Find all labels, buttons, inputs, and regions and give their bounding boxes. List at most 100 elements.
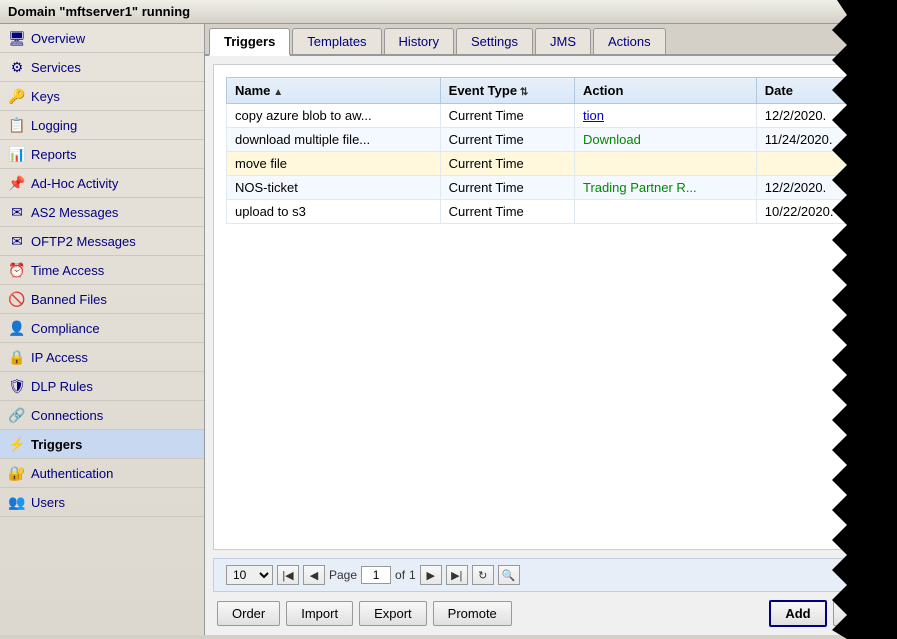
sidebar-item-keys[interactable]: 🔑 Keys	[0, 82, 204, 111]
sidebar-item-label-as2: AS2 Messages	[31, 205, 118, 220]
col-header-event_type[interactable]: Event Type ⇅	[440, 78, 574, 104]
last-page-button[interactable]: ▶|	[446, 565, 468, 585]
next-page-button[interactable]: ▶	[420, 565, 442, 585]
sidebar-item-oftp2[interactable]: ✉OFTP2 Messages	[0, 227, 204, 256]
sidebar-item-users[interactable]: 👥Users	[0, 488, 204, 517]
reports-icon: 📊	[8, 145, 26, 163]
row-event-2: Current Time	[440, 152, 574, 176]
services-icon: ⚙	[8, 58, 26, 76]
row-date-2	[756, 152, 875, 176]
action-bar: OrderImportExportPromote Add Edit	[205, 592, 897, 635]
per-page-select[interactable]: 102550100	[226, 565, 273, 585]
sidebar-item-label-authentication: Authentication	[31, 466, 113, 481]
row-name-0: copy azure blob to aw...	[227, 104, 441, 128]
sidebar-item-label-timeaccess: Time Access	[31, 263, 104, 278]
sidebar-item-logging[interactable]: 📋Logging	[0, 111, 204, 140]
users-icon: 👥	[8, 493, 26, 511]
sidebar-item-authentication[interactable]: 🔐 Authentication	[0, 459, 204, 488]
sidebar: 🖥 Overview ⚙ Services 🔑 Keys 📋Logging 📊 Reports 📌…	[0, 24, 205, 635]
sidebar-item-reports[interactable]: 📊 Reports	[0, 140, 204, 169]
add-button[interactable]: Add	[769, 600, 826, 627]
table-row[interactable]: NOS-ticketCurrent TimeTrading Partner R.…	[227, 176, 876, 200]
edit-button[interactable]: Edit	[833, 601, 885, 626]
triggers-icon: ⚡	[8, 435, 26, 453]
refresh-button[interactable]: ↻	[472, 565, 494, 585]
row-name-2: move file	[227, 152, 441, 176]
row-name-1: download multiple file...	[227, 128, 441, 152]
sidebar-item-connections[interactable]: 🔗Connections	[0, 401, 204, 430]
overview-icon: 🖥	[8, 29, 26, 47]
row-action-0: tion	[574, 104, 756, 128]
tabs-bar: TriggersTemplatesHistorySettingsJMSActio…	[205, 24, 897, 56]
tab-templates[interactable]: Templates	[292, 28, 381, 54]
row-date-1: 11/24/2020.	[756, 128, 875, 152]
import-button[interactable]: Import	[286, 601, 353, 626]
search-button[interactable]: 🔍	[498, 565, 520, 585]
sort-arrow: ▲	[270, 87, 283, 98]
table-row[interactable]: copy azure blob to aw...Current Timetion…	[227, 104, 876, 128]
col-header-date: Date	[756, 78, 875, 104]
pagination-bar: 102550100 |◀ ◀ Page of 1 ▶ ▶| ↻ 🔍	[213, 558, 889, 592]
sidebar-item-ipaccess[interactable]: 🔒IP Access	[0, 343, 204, 372]
promote-button[interactable]: Promote	[433, 601, 512, 626]
of-label: of	[395, 568, 405, 582]
sidebar-item-label-logging: Logging	[31, 118, 77, 133]
tab-triggers[interactable]: Triggers	[209, 28, 290, 56]
row-action-2	[574, 152, 756, 176]
sidebar-item-label-keys: Keys	[31, 89, 60, 104]
row-name-3: NOS-ticket	[227, 176, 441, 200]
authentication-icon: 🔐	[8, 464, 26, 482]
oftp2-icon: ✉	[8, 232, 26, 250]
row-event-0: Current Time	[440, 104, 574, 128]
row-action-4	[574, 200, 756, 224]
table-row[interactable]: download multiple file...Current TimeDow…	[227, 128, 876, 152]
sidebar-item-as2[interactable]: ✉ AS2 Messages	[0, 198, 204, 227]
triggers-table: Name ▲Event Type ⇅ActionDate copy azure …	[226, 77, 876, 224]
col-header-name[interactable]: Name ▲	[227, 78, 441, 104]
sidebar-item-dlp[interactable]: 🛡 DLP Rules	[0, 372, 204, 401]
first-page-button[interactable]: |◀	[277, 565, 299, 585]
content-area: TriggersTemplatesHistorySettingsJMSActio…	[205, 24, 897, 635]
row-date-4: 10/22/2020.	[756, 200, 875, 224]
sidebar-item-label-services: Services	[31, 60, 81, 75]
prev-page-button[interactable]: ◀	[303, 565, 325, 585]
sidebar-item-label-overview: Overview	[31, 31, 85, 46]
sidebar-item-label-compliance: Compliance	[31, 321, 100, 336]
row-event-1: Current Time	[440, 128, 574, 152]
tab-actions[interactable]: Actions	[593, 28, 666, 54]
table-container: Name ▲Event Type ⇅ActionDate copy azure …	[213, 64, 889, 550]
sidebar-item-banned[interactable]: 🚫Banned Files	[0, 285, 204, 314]
dlp-icon: 🛡	[8, 377, 26, 395]
connections-icon: 🔗	[8, 406, 26, 424]
page-label: Page	[329, 568, 357, 582]
table-row[interactable]: move fileCurrent Time	[227, 152, 876, 176]
row-event-3: Current Time	[440, 176, 574, 200]
table-row[interactable]: upload to s3Current Time10/22/2020.	[227, 200, 876, 224]
table-header: Name ▲Event Type ⇅ActionDate	[227, 78, 876, 104]
as2-icon: ✉	[8, 203, 26, 221]
timeaccess-icon: ⏰	[8, 261, 26, 279]
sidebar-item-overview[interactable]: 🖥 Overview	[0, 24, 204, 53]
keys-icon: 🔑	[8, 87, 26, 105]
row-date-3: 12/2/2020.	[756, 176, 875, 200]
page-input[interactable]	[361, 566, 391, 584]
sidebar-item-adhoc[interactable]: 📌Ad-Hoc Activity	[0, 169, 204, 198]
sidebar-item-label-triggers: Triggers	[31, 437, 82, 452]
export-button[interactable]: Export	[359, 601, 427, 626]
sidebar-item-label-ipaccess: IP Access	[31, 350, 88, 365]
sidebar-item-triggers[interactable]: ⚡ Triggers	[0, 430, 204, 459]
row-action-1: Download	[574, 128, 756, 152]
tab-jms[interactable]: JMS	[535, 28, 591, 54]
sidebar-item-services[interactable]: ⚙ Services	[0, 53, 204, 82]
sidebar-item-timeaccess[interactable]: ⏰ Time Access	[0, 256, 204, 285]
sidebar-item-label-dlp: DLP Rules	[31, 379, 93, 394]
order-button[interactable]: Order	[217, 601, 280, 626]
adhoc-icon: 📌	[8, 174, 26, 192]
tab-settings[interactable]: Settings	[456, 28, 533, 54]
row-date-0: 12/2/2020.	[756, 104, 875, 128]
sidebar-item-compliance[interactable]: 👤 Compliance	[0, 314, 204, 343]
compliance-icon: 👤	[8, 319, 26, 337]
row-event-4: Current Time	[440, 200, 574, 224]
sidebar-item-label-reports: Reports	[31, 147, 77, 162]
tab-history[interactable]: History	[384, 28, 454, 54]
